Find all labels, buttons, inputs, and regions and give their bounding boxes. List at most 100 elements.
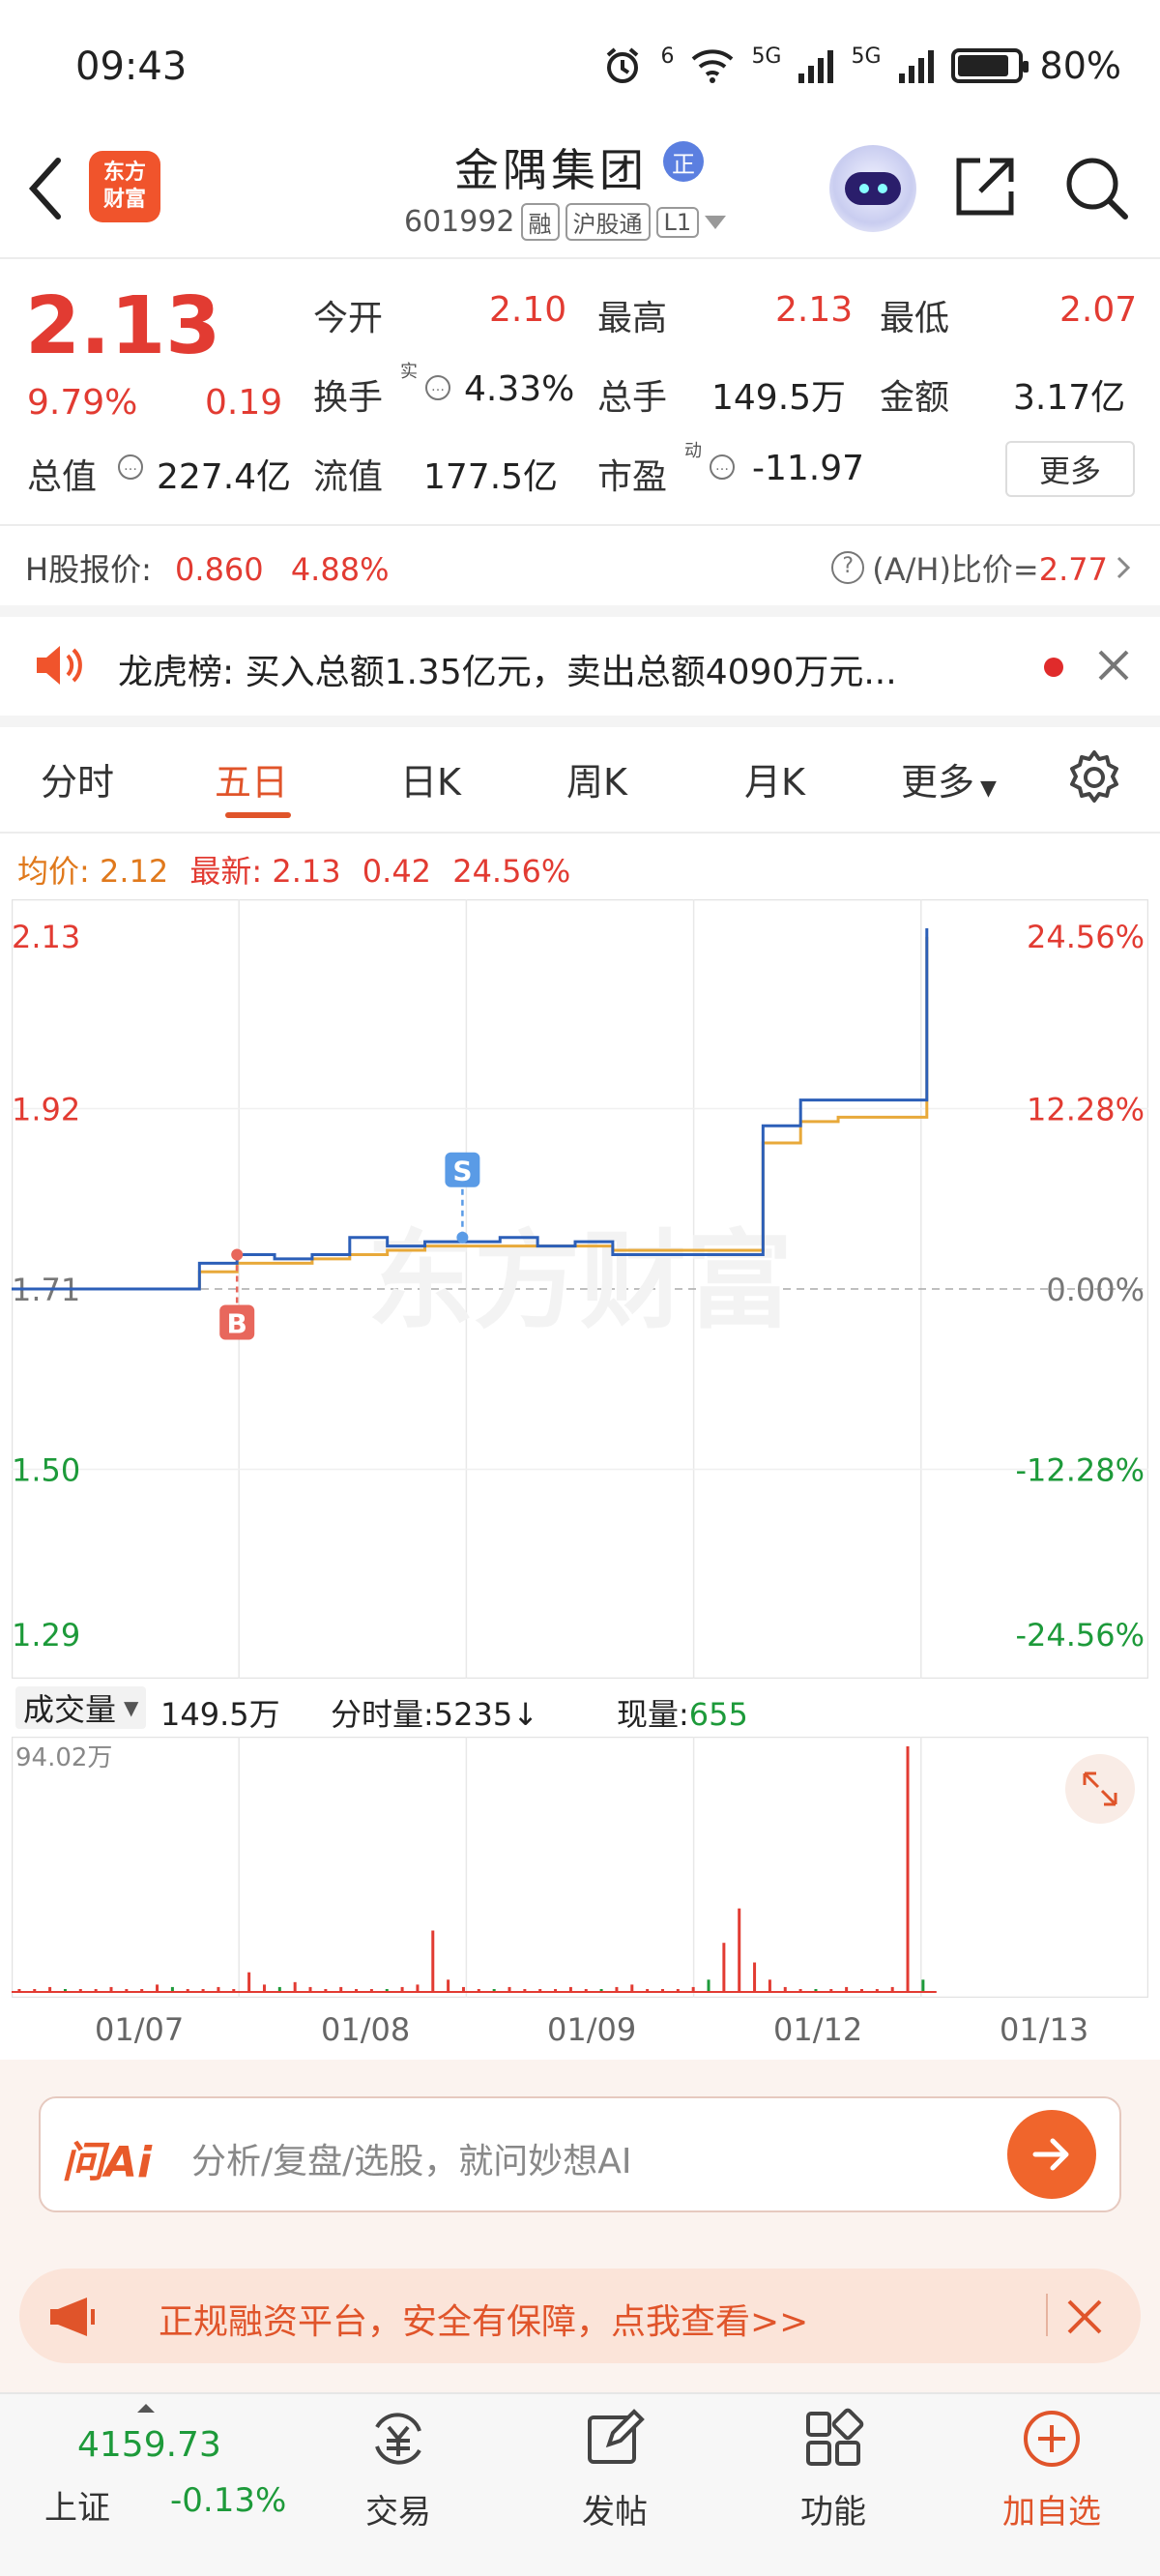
hshare-pct: 4.88% bbox=[290, 551, 390, 588]
float-label: 流值 bbox=[313, 457, 384, 497]
volume-total: 149.5万 bbox=[160, 1696, 280, 1733]
status-icons: 6 5G 5G 80% bbox=[602, 44, 1121, 87]
tab-indicator bbox=[225, 812, 291, 818]
high-value: 2.13 bbox=[775, 290, 854, 330]
latest-label: 最新: bbox=[189, 853, 263, 890]
mktcap-label: 总值 bbox=[27, 457, 98, 497]
ah-value: 2.77 bbox=[1038, 551, 1108, 588]
down-arrow-icon: ↓ bbox=[512, 1696, 539, 1733]
pe-value: -11.97 bbox=[752, 449, 865, 488]
expand-caret-icon[interactable] bbox=[137, 2404, 155, 2413]
speaker-icon bbox=[37, 646, 82, 685]
ah-ratio[interactable]: ? (A/H)比价=2.77 bbox=[831, 545, 1131, 590]
help-icon: ? bbox=[831, 551, 865, 584]
y-axis-label: 1.29 bbox=[12, 1617, 80, 1654]
index-name: 上证 bbox=[44, 2489, 110, 2528]
ai-robot-avatar[interactable] bbox=[829, 145, 916, 232]
volume-bar bbox=[722, 1943, 726, 1992]
marker-point bbox=[231, 1248, 244, 1261]
float-value: 177.5亿 bbox=[423, 457, 559, 497]
spacer bbox=[0, 605, 1160, 617]
current-volume-label: 现量: bbox=[617, 1696, 689, 1733]
info-icon[interactable]: … bbox=[710, 454, 735, 480]
sell-marker: S bbox=[452, 1156, 472, 1187]
ad-text: 正规融资平台，安全有保障，点我查看>> bbox=[159, 2302, 809, 2342]
hshare-row[interactable]: H股报价: 0.860 4.88% bbox=[25, 545, 389, 590]
divider bbox=[0, 832, 1160, 834]
volume-chart[interactable]: 94.02万 bbox=[12, 1737, 1148, 1998]
volume-header: 成交量 ▼ 149.5万 分时量:5235↓ 现量:655 bbox=[12, 1683, 1160, 1737]
stock-code-row[interactable]: 601992 融 沪股通 L1 bbox=[404, 203, 727, 241]
current-volume-value: 655 bbox=[688, 1696, 748, 1733]
brand-logo[interactable]: 东方 财富 bbox=[89, 151, 160, 222]
share-icon[interactable] bbox=[951, 153, 1019, 220]
pe-sup: 动 bbox=[684, 441, 702, 461]
tab-intraday[interactable]: 分时 bbox=[41, 752, 114, 805]
volume-value: 149.5万 bbox=[711, 378, 847, 418]
y-axis-pct-label: -24.56% bbox=[1015, 1617, 1145, 1654]
volume-label: 总手 bbox=[597, 378, 668, 418]
divider bbox=[0, 524, 1160, 526]
megaphone-icon bbox=[50, 2298, 95, 2336]
zheng-badge: 正 bbox=[663, 141, 704, 182]
brand-line2: 财富 bbox=[102, 188, 146, 212]
battery-level: 80% bbox=[1039, 44, 1121, 87]
turnover-value: 4.33% bbox=[464, 369, 575, 409]
search-icon[interactable] bbox=[1061, 153, 1131, 222]
open-label: 今开 bbox=[313, 299, 384, 338]
marker-point bbox=[456, 1231, 469, 1244]
info-icon[interactable]: … bbox=[118, 454, 143, 480]
volume-bar bbox=[768, 1979, 771, 1992]
brand-line1: 东方 bbox=[102, 161, 146, 185]
pct-change: 9.79% bbox=[27, 383, 138, 423]
pe-label: 市盈 bbox=[597, 457, 668, 497]
status-time: 09:43 bbox=[75, 44, 188, 89]
y-axis-label: 1.92 bbox=[12, 1092, 80, 1128]
info-icon[interactable]: … bbox=[425, 375, 450, 400]
y-axis-pct-label: 24.56% bbox=[1027, 919, 1145, 955]
index-value[interactable]: 4159.73 bbox=[77, 2425, 221, 2465]
amount-change: 0.19 bbox=[205, 383, 283, 423]
unread-dot bbox=[1044, 658, 1063, 677]
close-icon[interactable] bbox=[1094, 646, 1133, 685]
volume-max-label: 94.02万 bbox=[15, 1743, 112, 1772]
close-icon[interactable] bbox=[1063, 2296, 1106, 2338]
tab-weekly-k[interactable]: 周K bbox=[566, 752, 627, 805]
volume-dropdown[interactable]: 成交量 ▼ bbox=[15, 1686, 147, 1729]
sig-tag-2: 5G bbox=[851, 44, 882, 69]
price-chart[interactable]: 2.13 24.56%1.92 12.28%1.71 0.00%1.50 -12.28%… bbox=[12, 899, 1148, 1679]
tab-monthly-k[interactable]: 月K bbox=[744, 752, 805, 805]
date-label: 01/09 bbox=[547, 2011, 637, 2048]
y-axis-pct-label: 0.00% bbox=[1046, 1272, 1145, 1308]
expand-icon bbox=[1065, 1754, 1135, 1824]
stock-name: 金隅集团 bbox=[454, 144, 648, 196]
watermark: 东方财富 bbox=[367, 1219, 793, 1343]
tick-volume-label: 分时量: bbox=[331, 1696, 434, 1733]
volume-bar bbox=[738, 1908, 741, 1992]
gear-icon[interactable] bbox=[1065, 748, 1123, 806]
tab-five-day[interactable]: 五日 bbox=[215, 752, 288, 805]
amount-value: 3.17亿 bbox=[1013, 378, 1126, 418]
add-circle-icon bbox=[1024, 2411, 1080, 2467]
tab-more-label: 更多 bbox=[901, 761, 975, 804]
date-label: 01/13 bbox=[1000, 2011, 1089, 2048]
volume-bar bbox=[262, 1984, 266, 1992]
hshare-label: H股报价: bbox=[25, 551, 152, 588]
divider bbox=[0, 257, 1160, 259]
tag-level: L1 bbox=[655, 206, 700, 238]
tab-more[interactable]: 更多 ▼ bbox=[901, 752, 997, 805]
more-button[interactable]: 更多 bbox=[1005, 441, 1135, 497]
compose-icon bbox=[588, 2409, 645, 2464]
ai-go-button[interactable] bbox=[1007, 2110, 1096, 2199]
date-label: 01/08 bbox=[321, 2011, 411, 2048]
legend-pct: 24.56% bbox=[452, 853, 571, 890]
ai-placeholder[interactable]: 分析/复盘/选股，就问妙想AI bbox=[191, 2133, 632, 2183]
volume-bar bbox=[707, 1979, 710, 1992]
buy-marker: B bbox=[227, 1307, 247, 1339]
y-axis-pct-label: 12.28% bbox=[1027, 1092, 1145, 1128]
tab-daily-k[interactable]: 日K bbox=[400, 752, 461, 805]
amount-label: 金额 bbox=[880, 378, 950, 418]
cell-signal-icon bbox=[798, 48, 834, 83]
back-icon[interactable] bbox=[25, 155, 68, 222]
current-price: 2.13 bbox=[25, 280, 221, 372]
